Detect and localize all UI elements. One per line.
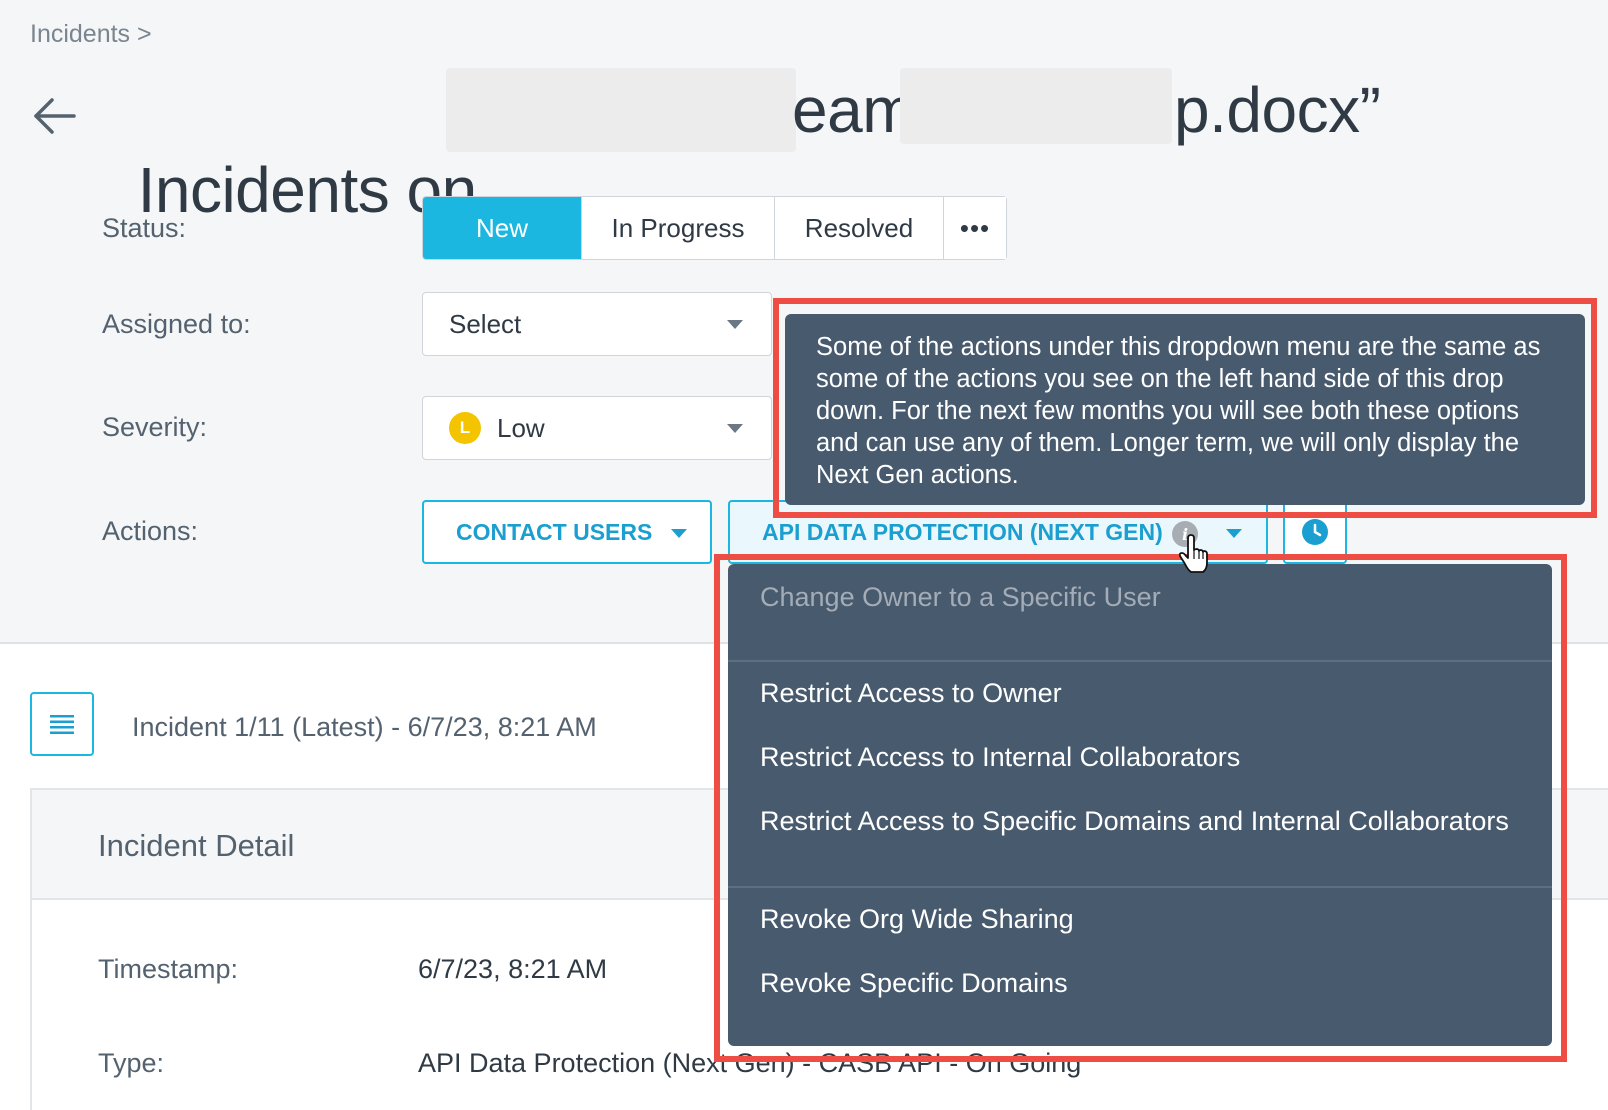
severity-low-badge: L: [449, 412, 481, 444]
back-arrow-icon[interactable]: [30, 92, 78, 140]
timestamp-value: 6/7/23, 8:21 AM: [418, 954, 608, 984]
status-resolved-button[interactable]: Resolved: [775, 197, 944, 259]
severity-select-value: Low: [497, 412, 545, 443]
hand-cursor-icon: [1178, 534, 1208, 573]
menu-item-restrict-domains-internal[interactable]: Restrict Access to Specific Domains and …: [760, 806, 1509, 837]
incident-navigation-label: Incident 1/11 (Latest) - 6/7/23, 8:21 AM: [132, 712, 597, 742]
type-label: Type:: [98, 1048, 165, 1078]
next-gen-tooltip: Some of the actions under this dropdown …: [785, 314, 1585, 505]
menu-item-restrict-owner[interactable]: Restrict Access to Owner: [760, 678, 1062, 709]
list-icon: [50, 715, 74, 734]
chevron-down-icon: [1226, 529, 1242, 538]
chevron-down-icon: [727, 424, 743, 433]
menu-divider: [728, 660, 1552, 662]
incident-detail-title: Incident Detail: [98, 828, 295, 863]
status-in-progress-button[interactable]: In Progress: [582, 197, 775, 259]
menu-item-revoke-specific-domains[interactable]: Revoke Specific Domains: [760, 968, 1068, 999]
menu-divider: [728, 886, 1552, 888]
api-actions-dropdown-menu: Change Owner to a Specific User Restrict…: [728, 564, 1552, 1046]
assigned-select-value: Select: [449, 308, 522, 339]
contact-users-label: CONTACT USERS: [456, 518, 653, 545]
chevron-down-icon: [671, 529, 687, 538]
timestamp-label: Timestamp:: [98, 954, 239, 984]
status-segmented-control: New In Progress Resolved •••: [422, 196, 1007, 260]
redacted-filename-part-1: [446, 68, 796, 152]
page-title: Incidents on: [103, 70, 478, 230]
chevron-down-icon: [727, 320, 743, 329]
menu-item-restrict-internal[interactable]: Restrict Access to Internal Collaborator…: [760, 742, 1240, 773]
contact-users-button[interactable]: CONTACT USERS: [422, 500, 712, 564]
menu-item-revoke-org-wide[interactable]: Revoke Org Wide Sharing: [760, 904, 1074, 935]
assigned-label: Assigned to:: [102, 309, 251, 339]
status-new-button[interactable]: New: [423, 197, 582, 259]
clock-icon: [1302, 519, 1328, 545]
redacted-filename-part-2: [900, 68, 1172, 144]
breadcrumb[interactable]: Incidents >: [30, 20, 152, 49]
severity-label: Severity:: [102, 412, 208, 442]
actions-label: Actions:: [102, 516, 199, 546]
menu-item-change-owner: Change Owner to a Specific User: [760, 582, 1161, 612]
status-more-button[interactable]: •••: [944, 197, 1006, 259]
page-title-fragment-2: p.docx”: [1174, 74, 1381, 146]
api-data-protection-label: API DATA PROTECTION (NEXT GEN): [762, 518, 1163, 545]
severity-select[interactable]: L Low: [422, 396, 772, 460]
incident-list-button[interactable]: [30, 692, 94, 756]
assigned-select[interactable]: Select: [422, 292, 772, 356]
status-label: Status:: [102, 213, 187, 243]
